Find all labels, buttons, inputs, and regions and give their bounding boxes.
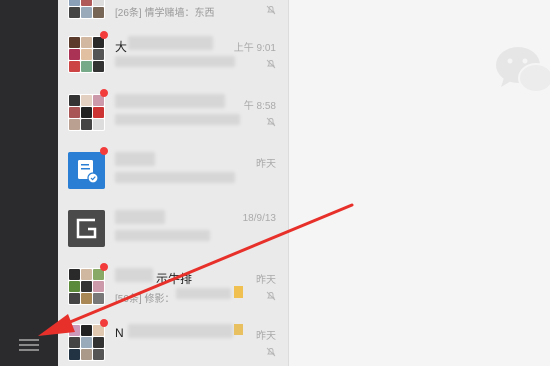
- blurred-name: [115, 268, 153, 282]
- left-sidebar: [0, 0, 58, 366]
- chat-list: [26条] 情学赌墙：东西 大 上午 9:01 午 8:58 昨天 18/9/1…: [58, 0, 288, 366]
- bell-mute-icon: [266, 291, 276, 301]
- blurred-name: [128, 324, 233, 338]
- list-item[interactable]: 18/9/13: [58, 202, 288, 260]
- g-avatar: [68, 210, 105, 247]
- menu-icon[interactable]: [19, 337, 39, 353]
- list-item[interactable]: 示牛排 [50条] 修影： 昨天: [58, 260, 288, 318]
- image-thumb: [234, 286, 243, 298]
- g-logo-icon: [76, 218, 97, 239]
- blurred-preview: [176, 288, 231, 299]
- unread-badge: [100, 263, 108, 271]
- chat-name: 大: [115, 40, 128, 54]
- chat-time: 午 8:58: [243, 101, 276, 112]
- unread-badge: [100, 89, 108, 97]
- bell-mute-icon: [266, 347, 276, 357]
- list-item[interactable]: 昨天: [58, 144, 288, 202]
- group-avatar: [68, 94, 105, 131]
- document-icon: [78, 160, 99, 184]
- blurred-name: [115, 152, 155, 166]
- chat-name: N: [115, 326, 124, 340]
- chat-preview: [26条] 情学赌墙：东西: [115, 8, 215, 19]
- list-item[interactable]: 午 8:58: [58, 86, 288, 144]
- blurred-name: [115, 210, 165, 224]
- chat-name: 示牛排: [156, 272, 193, 286]
- unread-badge: [100, 319, 108, 327]
- chat-time: 昨天: [256, 331, 276, 342]
- blurred-preview: [115, 172, 235, 183]
- image-thumb: [234, 324, 243, 335]
- bell-mute-icon: [266, 117, 276, 127]
- blurred-preview: [115, 56, 235, 67]
- blurred-preview: [115, 230, 210, 241]
- blurred-preview: [115, 114, 240, 125]
- group-avatar: [68, 36, 105, 73]
- doc-avatar: [68, 152, 105, 189]
- bell-mute-icon: [266, 5, 276, 15]
- list-item[interactable]: N 昨天: [58, 316, 288, 366]
- chat-time: 上午 9:01: [233, 43, 276, 54]
- unread-badge: [100, 31, 108, 39]
- chat-time: 18/9/13: [242, 213, 276, 224]
- bell-mute-icon: [266, 59, 276, 69]
- main-panel: [289, 0, 550, 366]
- list-item[interactable]: 大 上午 9:01: [58, 28, 288, 86]
- chat-time: 昨天: [256, 275, 276, 286]
- chat-time: 昨天: [256, 159, 276, 170]
- group-avatar: [68, 0, 105, 19]
- chat-preview: [50条] 修影：: [115, 294, 175, 305]
- blurred-name: [128, 36, 213, 50]
- wechat-logo-icon: [496, 47, 550, 93]
- group-avatar: [68, 324, 105, 361]
- blurred-name: [115, 94, 225, 108]
- group-avatar: [68, 268, 105, 305]
- unread-badge: [100, 147, 108, 155]
